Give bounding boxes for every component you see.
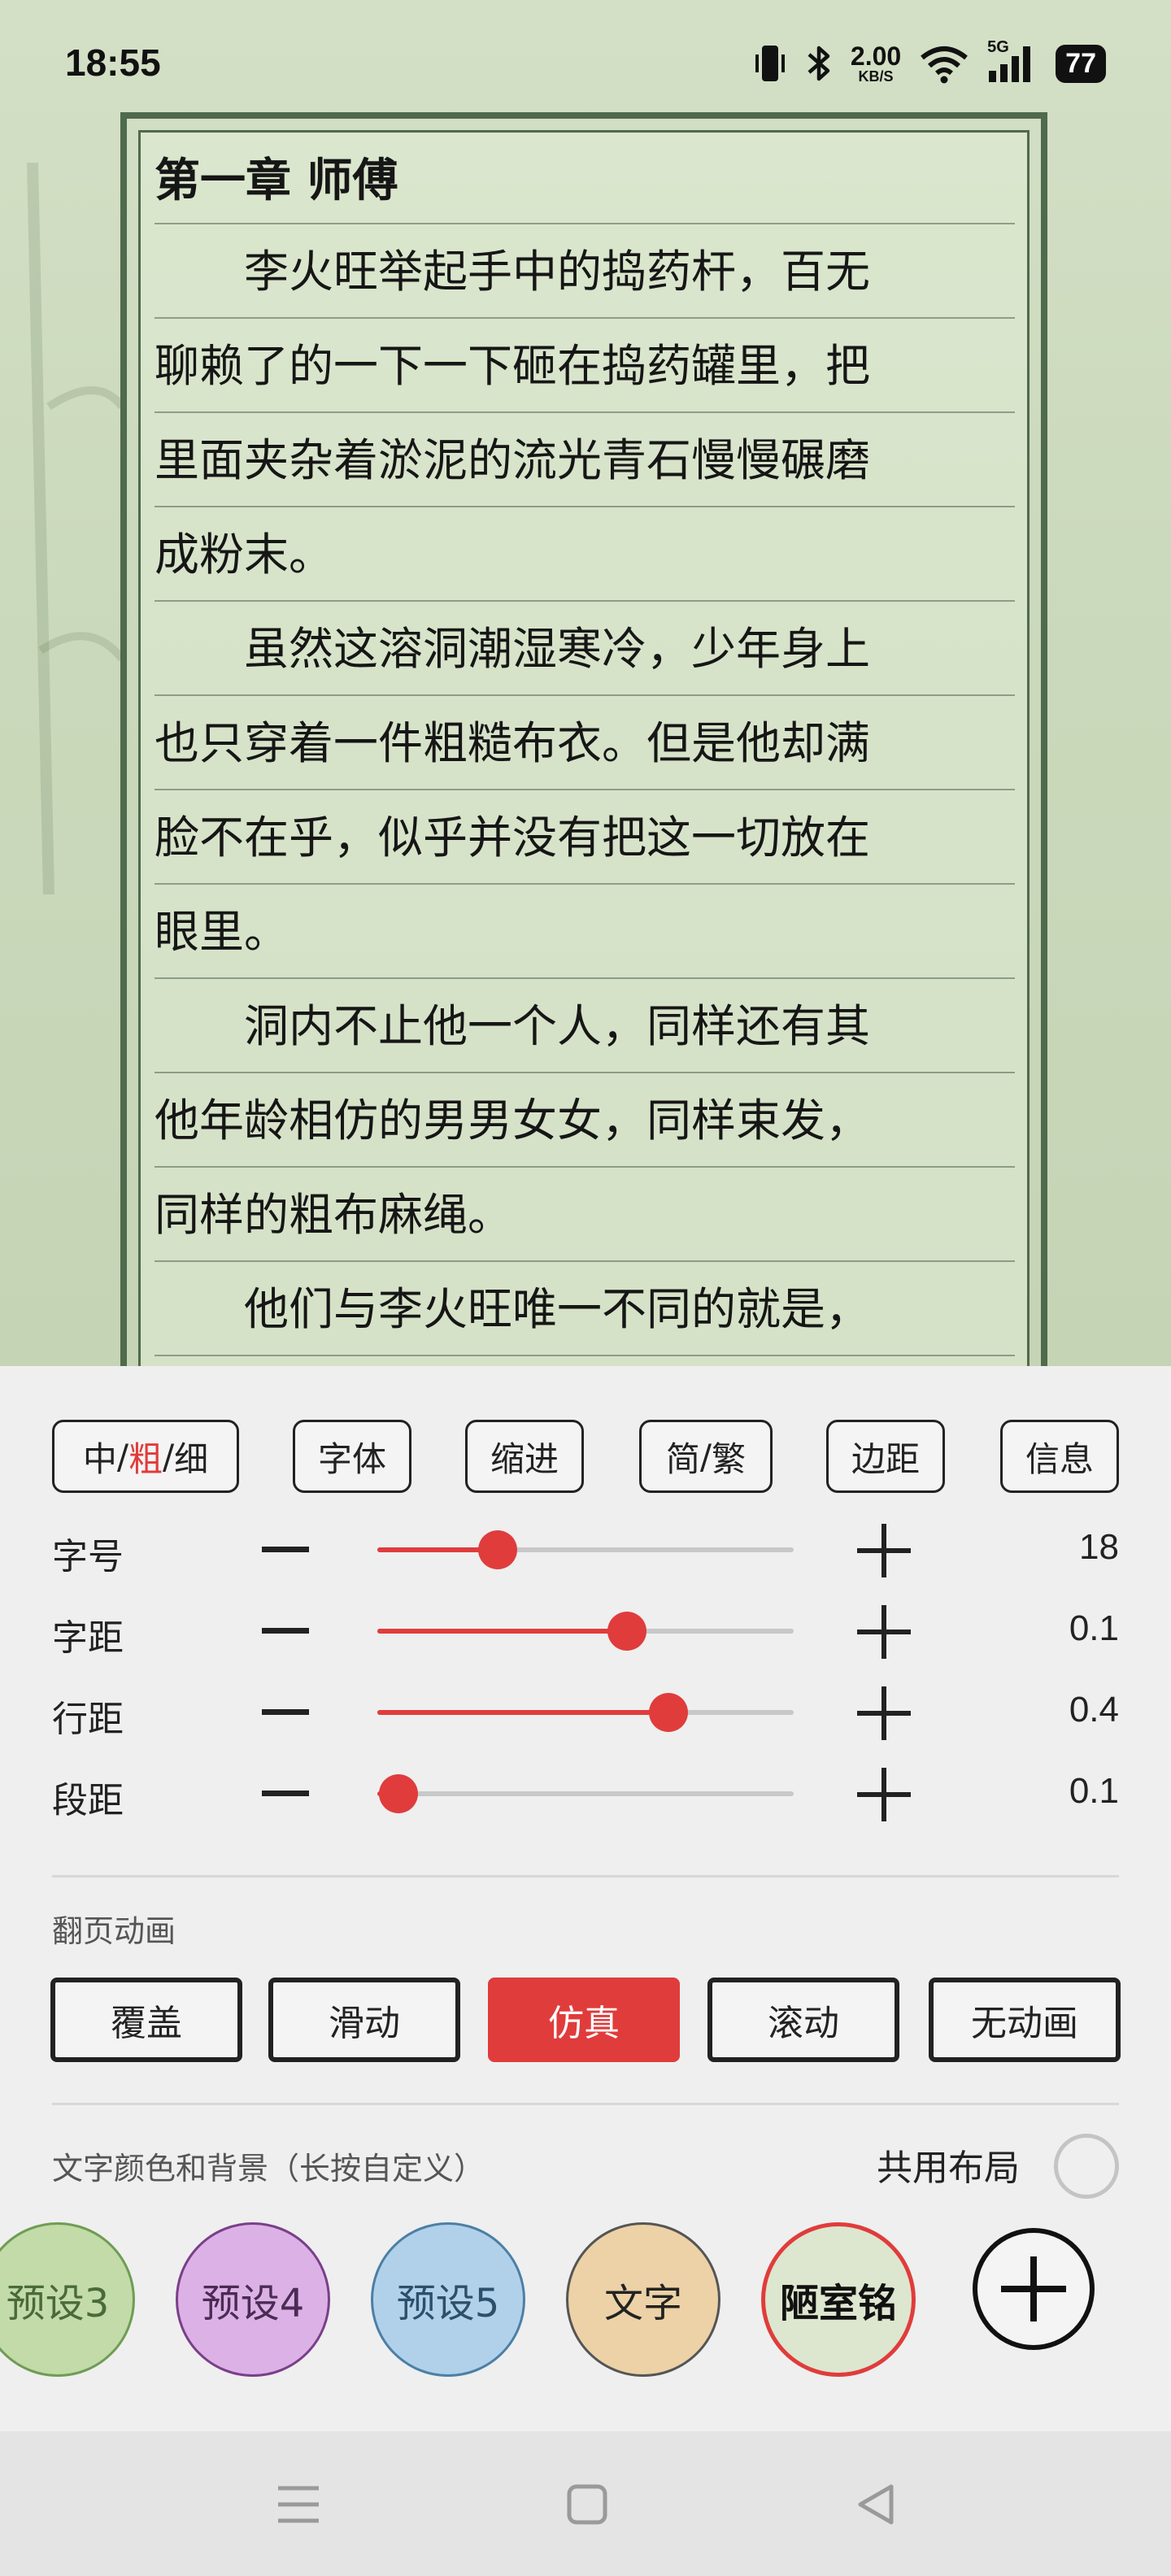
margin-button[interactable]: 边距	[826, 1420, 945, 1493]
font-weight-button[interactable]: 中 / 粗 / 细	[52, 1420, 239, 1493]
selected-preset-button[interactable]: 陋室铭	[761, 2222, 916, 2377]
anim-none-button[interactable]: 无动画	[929, 1978, 1121, 2062]
back-triangle-icon[interactable]	[855, 2482, 896, 2530]
text-line: 眼里。	[155, 885, 1015, 979]
wifi-icon	[919, 43, 969, 84]
line-spacing-decrease-button[interactable]	[262, 1709, 309, 1715]
divider	[52, 2103, 1119, 2105]
menu-icon[interactable]	[276, 2483, 320, 2529]
line-spacing-slider[interactable]	[377, 1693, 794, 1732]
slider-thumb[interactable]	[649, 1693, 689, 1732]
network-speed: 2.00 KB/S	[851, 43, 901, 84]
paragraph-spacing-value: 0.1	[1069, 1771, 1119, 1811]
line-spacing-label: 行距	[52, 1699, 124, 1740]
bamboo-decoration-icon	[27, 163, 125, 894]
text-line: 虽然这溶洞潮湿寒冷，少年身上	[155, 602, 1015, 696]
letter-spacing-increase-button[interactable]	[857, 1605, 911, 1659]
text-line: 成粉末。	[155, 507, 1015, 602]
system-navigation-bar	[0, 2431, 1171, 2576]
paragraph-spacing-decrease-button[interactable]	[262, 1791, 309, 1796]
paragraph-spacing-increase-button[interactable]	[857, 1768, 911, 1821]
text-color-preset-button[interactable]: 文字	[566, 2222, 720, 2377]
chapter-title: 第一章 师傅	[155, 148, 1015, 224]
font-size-label: 字号	[52, 1536, 124, 1577]
vibrate-icon	[753, 43, 787, 84]
font-size-decrease-button[interactable]	[262, 1547, 309, 1552]
page-animation-label: 翻页动画	[52, 1913, 176, 1949]
battery-icon: 77	[1056, 44, 1106, 83]
preset-5-button[interactable]: 预设5	[371, 2222, 525, 2377]
status-icons: 2.00 KB/S 5G 77	[753, 37, 1106, 89]
text-line: 洞内不止他一个人，同样还有其	[155, 979, 1015, 1073]
paragraph-spacing-label: 段距	[52, 1780, 124, 1821]
status-time: 18:55	[65, 41, 161, 84]
separator: /	[116, 1436, 128, 1477]
slider-fill	[377, 1710, 669, 1715]
shared-layout-toggle[interactable]	[1054, 2134, 1119, 2199]
shared-layout-label: 共用布局	[877, 2147, 1020, 2189]
text-line: 脸不在乎，似乎并没有把这一切放在	[155, 790, 1015, 885]
info-button[interactable]: 信息	[1000, 1420, 1119, 1493]
letter-spacing-slider[interactable]	[377, 1612, 794, 1651]
font-size-slider[interactable]	[377, 1530, 794, 1569]
anim-slide-button[interactable]: 滑动	[268, 1978, 460, 2062]
book-page-frame: 第一章 师傅 李火旺举起手中的捣药杆，百无 聊赖了的一下一下砸在捣药罐里，把 里…	[120, 112, 1047, 1366]
preset-3-button[interactable]: 预设3	[0, 2222, 135, 2377]
letter-spacing-label: 字距	[52, 1617, 124, 1659]
font-size-increase-button[interactable]	[857, 1524, 911, 1577]
text-line: 他们与李火旺唯一不同的就是，	[155, 1262, 1015, 1356]
anim-cover-button[interactable]: 覆盖	[50, 1978, 242, 2062]
line-spacing-row: 行距 0.4	[0, 1680, 1171, 1745]
traditional-option[interactable]: 繁	[712, 1432, 746, 1482]
paragraph-spacing-slider[interactable]	[377, 1774, 794, 1813]
reader-background[interactable]: 18:55 2.00 KB/S 5G 77 第一章 师傅 李火旺举起手中的捣药杆…	[0, 0, 1171, 1366]
letter-spacing-decrease-button[interactable]	[262, 1628, 309, 1634]
chapter-text: 第一章 师傅 李火旺举起手中的捣药杆，百无 聊赖了的一下一下砸在捣药罐里，把 里…	[155, 148, 1015, 1356]
paragraph-spacing-row: 段距 0.1	[0, 1761, 1171, 1826]
anim-simulation-button[interactable]: 仿真	[488, 1978, 680, 2062]
text-line: 李火旺举起手中的捣药杆，百无	[155, 224, 1015, 319]
slider-thumb[interactable]	[378, 1774, 418, 1813]
network-type-label: 5G	[987, 38, 1009, 56]
line-spacing-value: 0.4	[1069, 1690, 1119, 1730]
font-size-row: 字号 18	[0, 1517, 1171, 1582]
slider-thumb[interactable]	[607, 1612, 647, 1651]
separator: /	[699, 1436, 712, 1477]
weight-medium-option[interactable]: 中	[83, 1432, 117, 1482]
font-button[interactable]: 字体	[293, 1420, 411, 1493]
cellular-signal-icon: 5G	[987, 38, 1038, 84]
preset-4-button[interactable]: 预设4	[176, 2222, 330, 2377]
slider-fill	[377, 1629, 628, 1634]
anim-scroll-button[interactable]: 滚动	[707, 1978, 899, 2062]
network-speed-unit: KB/S	[858, 68, 894, 85]
text-line: 他年龄相仿的男男女女，同样束发，	[155, 1073, 1015, 1168]
text-line: 聊赖了的一下一下砸在捣药罐里，把	[155, 319, 1015, 413]
separator: /	[163, 1436, 175, 1477]
add-preset-button[interactable]	[973, 2228, 1095, 2350]
status-bar: 18:55 2.00 KB/S 5G 77	[0, 0, 1171, 122]
bluetooth-icon	[805, 43, 833, 84]
simplified-option[interactable]: 简	[666, 1432, 700, 1482]
text-line: 里面夹杂着淤泥的流光青石慢慢碾磨	[155, 413, 1015, 507]
network-speed-value: 2.00	[850, 41, 902, 71]
line-spacing-increase-button[interactable]	[857, 1686, 911, 1740]
home-square-icon[interactable]	[566, 2483, 608, 2529]
letter-spacing-value: 0.1	[1069, 1608, 1119, 1648]
text-line: 也只穿着一件粗糙布衣。但是他却满	[155, 696, 1015, 790]
simplified-traditional-button[interactable]: 简 / 繁	[639, 1420, 773, 1493]
weight-bold-option[interactable]: 粗	[128, 1432, 163, 1482]
indent-button[interactable]: 缩进	[465, 1420, 584, 1493]
slider-thumb[interactable]	[478, 1530, 518, 1569]
letter-spacing-row: 字距 0.1	[0, 1599, 1171, 1664]
plus-icon	[1001, 2256, 1066, 2321]
font-size-value: 18	[1079, 1527, 1119, 1567]
text-line: 同样的粗布麻绳。	[155, 1168, 1015, 1262]
text-color-background-label: 文字颜色和背景（长按自定义）	[52, 2151, 485, 2187]
weight-thin-option[interactable]: 细	[174, 1432, 208, 1482]
reading-settings-panel: 中 / 粗 / 细 字体 缩进 简 / 繁 边距 信息 字号 18 字距 0.1…	[0, 1366, 1171, 2431]
divider	[52, 1875, 1119, 1878]
